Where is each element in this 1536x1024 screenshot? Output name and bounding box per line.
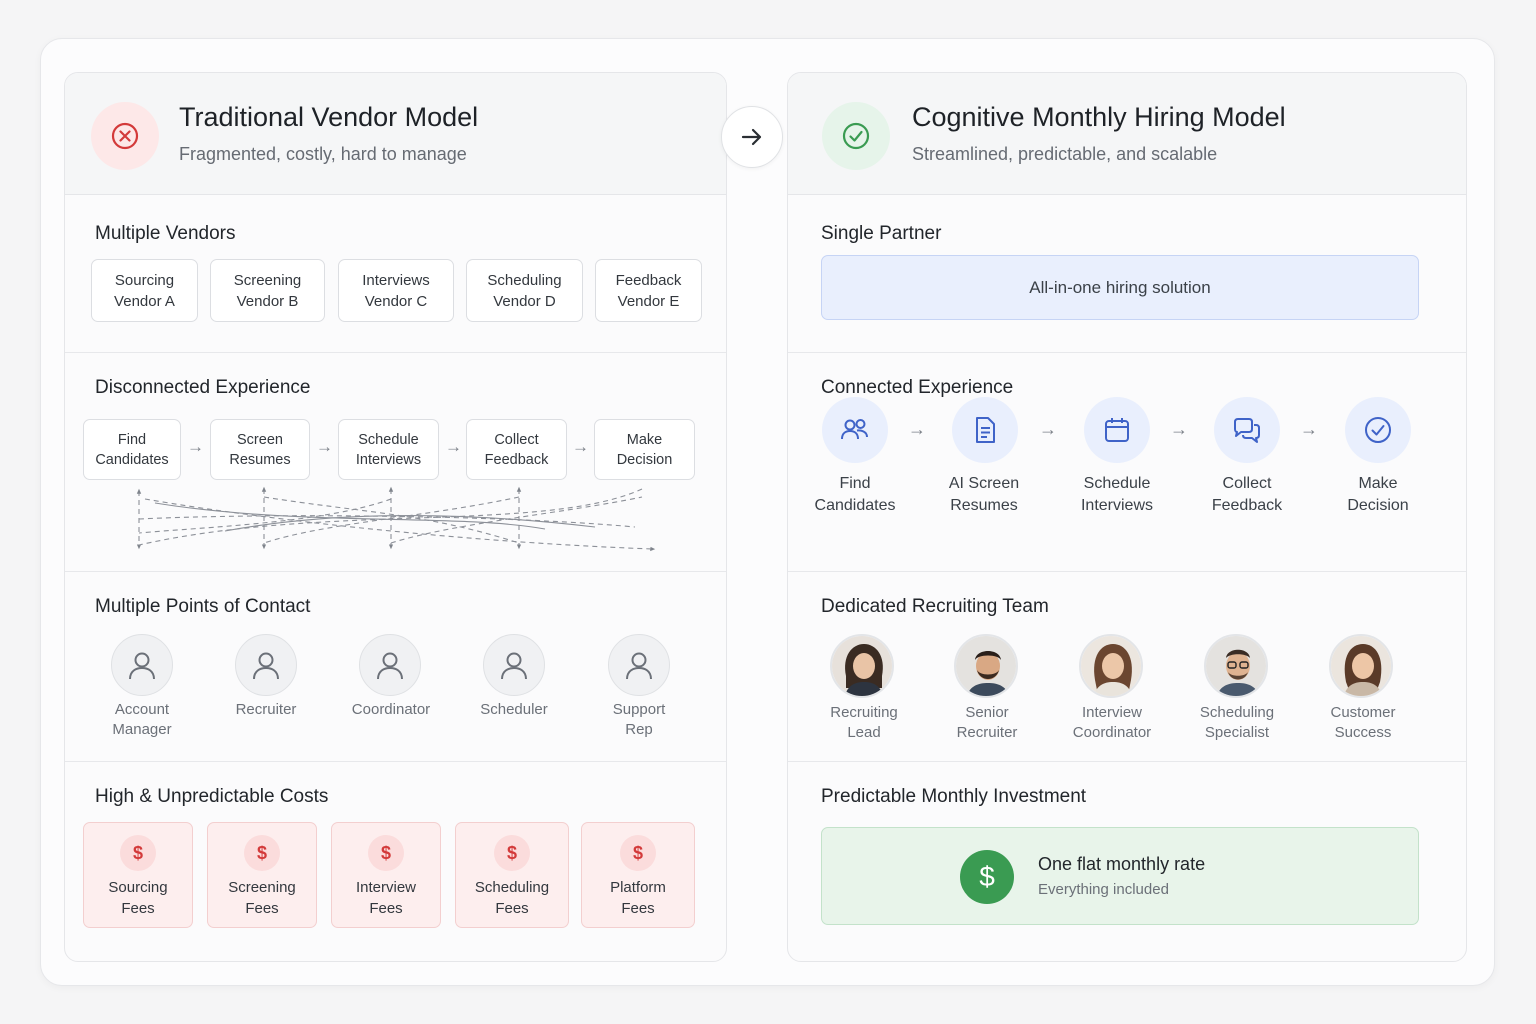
cognitive-title: Cognitive Monthly Hiring Model (912, 102, 1286, 132)
vendor-box: Screening Vendor B (210, 259, 325, 322)
fee-card: $ Scheduling Fees (455, 822, 569, 928)
process-step: Make Decision (594, 419, 695, 480)
dollar-icon: $ (368, 835, 404, 871)
traditional-subtitle: Fragmented, costly, hard to manage (179, 144, 467, 164)
monthly-investment-section: Predictable Monthly Investment $ One fla… (788, 762, 1466, 961)
section-title: Single Partner (821, 223, 942, 244)
team-member-avatar (1079, 634, 1143, 698)
flat-rate-label: One flat monthly rate (1038, 854, 1206, 874)
dollar-icon: $ (244, 835, 280, 871)
contact-label: Support Rep (612, 701, 666, 738)
arrow-right-icon: → (908, 419, 926, 439)
vendor-box: Feedback Vendor E (595, 259, 702, 322)
person-icon (359, 634, 421, 696)
arrow-right-icon: → (572, 437, 589, 456)
traditional-model-panel: Traditional Vendor Model Fragmented, cos… (64, 72, 727, 962)
cognitive-header: Cognitive Monthly Hiring Model Streamlin… (788, 73, 1466, 195)
check-circle-icon (822, 102, 890, 170)
team-member-avatar (1204, 634, 1268, 698)
single-partner-section: Single Partner All-in-one hiring solutio… (788, 195, 1466, 353)
vendor-box: Scheduling Vendor D (466, 259, 583, 322)
team-member-avatar (830, 634, 894, 698)
section-title: Multiple Vendors (95, 223, 236, 244)
chat-icon (1214, 397, 1280, 463)
arrow-right-icon: → (1170, 419, 1188, 439)
vendor-box: Interviews Vendor C (338, 259, 454, 322)
cognitive-model-panel: Cognitive Monthly Hiring Model Streamlin… (787, 72, 1467, 962)
team-member-label: Recruiting Lead (830, 704, 898, 741)
section-title: Dedicated Recruiting Team (821, 596, 1049, 617)
team-member-label: Scheduling Specialist (1199, 704, 1275, 741)
contact-label: Coordinator (351, 701, 431, 718)
dollar-icon: $ (960, 850, 1014, 904)
step-label: Schedule Interviews (1080, 475, 1154, 514)
process-step: Find Candidates (83, 419, 181, 480)
section-title: Predictable Monthly Investment (821, 786, 1087, 807)
transition-arrow-icon (721, 106, 783, 168)
fee-card: $ Interview Fees (331, 822, 441, 928)
arrow-right-icon: → (316, 437, 333, 456)
step-label: Find Candidates (814, 475, 896, 514)
traditional-header: Traditional Vendor Model Fragmented, cos… (65, 73, 726, 195)
team-member-avatar (1329, 634, 1393, 698)
step-label: Make Decision (1347, 475, 1409, 514)
person-icon (111, 634, 173, 696)
people-icon (822, 397, 888, 463)
arrow-right-icon: → (445, 437, 462, 456)
contact-label: Account Manager (112, 701, 172, 738)
step-label: AI Screen Resumes (948, 475, 1020, 514)
cognitive-subtitle: Streamlined, predictable, and scalable (912, 144, 1218, 164)
flat-rate-card: $ One flat monthly rate Everything inclu… (821, 827, 1419, 925)
fee-card: $ Screening Fees (207, 822, 317, 928)
tangled-connections (136, 486, 656, 552)
section-title: Connected Experience (821, 377, 1014, 398)
dollar-icon: $ (620, 835, 656, 871)
dollar-icon: $ (494, 835, 530, 871)
process-step: Schedule Interviews (338, 419, 439, 480)
arrow-right-icon: → (1300, 419, 1318, 439)
fee-card: $ Platform Fees (581, 822, 695, 928)
all-in-one-solution: All-in-one hiring solution (821, 255, 1419, 320)
document-icon (952, 397, 1018, 463)
person-icon (608, 634, 670, 696)
vendors-section: Multiple Vendors Sourcing Vendor A Screen… (65, 195, 726, 353)
person-icon (235, 634, 297, 696)
traditional-title: Traditional Vendor Model (179, 102, 479, 132)
team-member-label: Senior Recruiter (956, 704, 1018, 741)
check-circle-icon (1345, 397, 1411, 463)
team-member-label: Customer Success (1330, 704, 1396, 741)
costs-section: High & Unpredictable Costs $ Sourcing Fees… (65, 762, 726, 961)
contact-label: Scheduler (480, 701, 548, 718)
step-label: Collect Feedback (1211, 475, 1283, 514)
team-member-avatar (954, 634, 1018, 698)
arrow-right-icon: → (1039, 419, 1057, 439)
disconnected-experience-section: Disconnected Experience Find Candidates →… (65, 353, 726, 572)
calendar-icon (1084, 397, 1150, 463)
section-title: Multiple Points of Contact (95, 596, 311, 617)
process-step: Collect Feedback (466, 419, 567, 480)
process-step: Screen Resumes (210, 419, 310, 480)
dollar-icon: $ (120, 835, 156, 871)
recruiting-team-section: Dedicated Recruiting Team Recruiting Lead… (788, 572, 1466, 762)
fee-card: $ Sourcing Fees (83, 822, 193, 928)
points-of-contact-section: Multiple Points of Contact Account Manage… (65, 572, 726, 762)
contact-label: Recruiter (235, 701, 297, 718)
person-icon (483, 634, 545, 696)
x-circle-icon (91, 102, 159, 170)
arrow-right-icon: → (187, 437, 204, 456)
team-member-label: Interview Coordinator (1072, 704, 1152, 741)
vendor-box: Sourcing Vendor A (91, 259, 198, 322)
section-title: Disconnected Experience (95, 377, 311, 398)
section-title: High & Unpredictable Costs (95, 786, 329, 807)
connected-experience-section: Connected Experience → → → → Find Candida… (788, 353, 1466, 572)
flat-rate-note: Everything included (1038, 881, 1169, 898)
